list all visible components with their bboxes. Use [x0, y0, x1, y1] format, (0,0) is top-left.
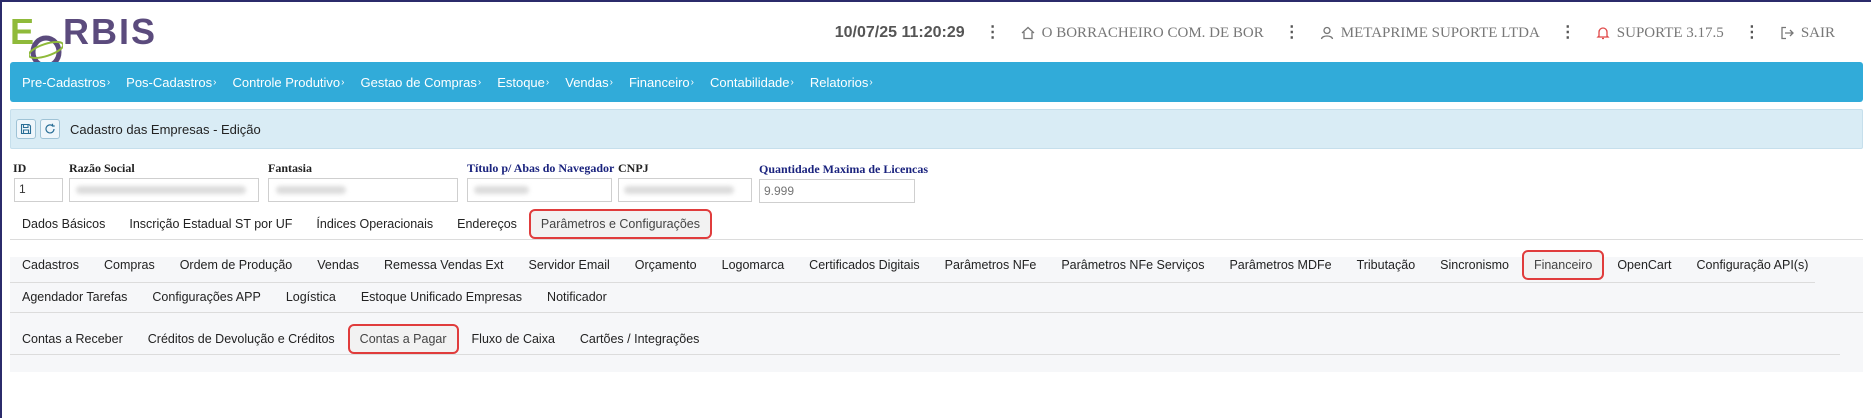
tab-opencart[interactable]: OpenCart — [1607, 250, 1681, 280]
tab-parametros-configuracoes[interactable]: Parâmetros e Configurações — [528, 209, 713, 239]
tab-vendas[interactable]: Vendas — [307, 250, 369, 280]
chevron-right-icon: › — [609, 76, 613, 88]
redacted-value — [76, 186, 246, 194]
tab-logomarca[interactable]: Logomarca — [712, 250, 795, 280]
tab-enderecos[interactable]: Endereços — [447, 209, 527, 239]
cnpj-label: CNPJ — [618, 161, 649, 175]
chevron-right-icon: › — [545, 76, 550, 88]
menu-gestao-compras[interactable]: Gestao de Compras › — [361, 75, 482, 90]
licencas-field[interactable] — [759, 179, 915, 203]
tab-contas-pagar[interactable]: Contas a Pagar — [347, 324, 459, 354]
home-icon — [1021, 26, 1035, 40]
tab-inscricao-estadual[interactable]: Inscrição Estadual ST por UF — [119, 209, 302, 239]
chevron-right-icon: › — [341, 76, 345, 88]
user-icon — [1320, 26, 1333, 40]
tab-servidor-email[interactable]: Servidor Email — [519, 250, 620, 280]
tab-financeiro[interactable]: Financeiro — [1521, 250, 1605, 280]
support-link[interactable]: SUPORTE 3.17.5 — [1596, 25, 1724, 42]
tab-creditos-devolucao[interactable]: Créditos de Devolução e Créditos — [138, 324, 345, 354]
menu-relatorios[interactable]: Relatorios › — [810, 75, 873, 90]
company-selector[interactable]: O BORRACHEIRO COM. DE BOR — [1021, 25, 1264, 42]
tab-notificador[interactable]: Notificador — [537, 282, 617, 312]
redacted-value — [624, 186, 734, 194]
tabs-divider — [10, 239, 1863, 240]
tab-cartoes-integracoes[interactable]: Cartões / Integrações — [570, 324, 710, 354]
kebab-icon[interactable]: ⋮ — [1284, 25, 1300, 41]
user-menu[interactable]: METAPRIME SUPORTE LTDA — [1320, 25, 1540, 42]
bell-icon — [1596, 27, 1610, 40]
datetime: 10/07/25 11:20:29 — [834, 24, 965, 41]
tab-compras[interactable]: Compras — [94, 250, 165, 280]
chevron-right-icon: › — [690, 76, 694, 88]
id-field[interactable]: 1 — [14, 178, 63, 202]
tab-estoque-unificado[interactable]: Estoque Unificado Empresas — [351, 282, 532, 312]
tabs-divider — [10, 354, 1840, 355]
tab-certificados-digitais[interactable]: Certificados Digitais — [799, 250, 929, 280]
kebab-icon[interactable]: ⋮ — [1744, 25, 1760, 41]
app-logo[interactable]: E RBIS — [10, 11, 158, 69]
chevron-right-icon: › — [106, 76, 111, 88]
tab-logistica[interactable]: Logística — [276, 282, 346, 312]
company-name: O BORRACHEIRO COM. DE BOR — [1041, 24, 1264, 41]
tab-parametros-mdfe[interactable]: Parâmetros MDFe — [1219, 250, 1341, 280]
menu-estoque[interactable]: Estoque › — [497, 75, 549, 90]
main-menu: Pre-Cadastros › Pos-Cadastros › Controle P… — [10, 62, 1863, 102]
tab-parametros-nfe-servicos[interactable]: Parâmetros NFe Serviços — [1051, 250, 1214, 280]
tabs-divider — [10, 312, 1863, 313]
refresh-button[interactable] — [40, 119, 60, 139]
fantasia-label: Fantasia — [268, 161, 313, 175]
logout-label: SAIR — [1800, 24, 1835, 41]
tab-indices-operacionais[interactable]: Índices Operacionais — [306, 209, 443, 239]
tab-orcamento[interactable]: Orçamento — [625, 250, 707, 280]
params-tabs-row1: Cadastros Compras Ordem de Produção Vend… — [12, 250, 1818, 280]
menu-controle-produtivo[interactable]: Controle Produtivo › — [232, 75, 344, 90]
save-icon — [20, 123, 32, 135]
support-version: SUPORTE 3.17.5 — [1616, 24, 1724, 41]
refresh-icon — [45, 123, 55, 134]
kebab-icon[interactable]: ⋮ — [985, 25, 1001, 41]
chevron-right-icon: › — [213, 76, 217, 88]
tab-sincronismo[interactable]: Sincronismo — [1430, 250, 1519, 280]
licencas-label: Quantidade Maxima de Licencas — [759, 162, 929, 176]
tab-contas-receber[interactable]: Contas a Receber — [12, 324, 133, 354]
user-company: METAPRIME SUPORTE LTDA — [1340, 24, 1540, 41]
id-label: ID — [13, 161, 27, 175]
redacted-value — [474, 186, 529, 194]
menu-vendas[interactable]: Vendas › — [565, 75, 613, 90]
tab-configuracao-api[interactable]: Configuração API(s) — [1687, 250, 1819, 280]
page-title-bar: Cadastro das Empresas - Edição — [10, 109, 1863, 149]
chevron-right-icon: › — [790, 76, 794, 88]
tab-ordem-producao[interactable]: Ordem de Produção — [170, 250, 303, 280]
logout-icon — [1781, 26, 1794, 40]
tab-configuracoes-app[interactable]: Configurações APP — [142, 282, 270, 312]
logout-button[interactable]: SAIR — [1780, 25, 1835, 42]
tab-fluxo-caixa[interactable]: Fluxo de Caixa — [462, 324, 565, 354]
redacted-value — [276, 186, 346, 194]
titulo-abas-label: Título p/ Abas do Navegador — [467, 161, 615, 175]
tab-cadastros[interactable]: Cadastros — [12, 250, 89, 280]
kebab-icon[interactable]: ⋮ — [1560, 25, 1576, 41]
params-tabs-row2: Agendador Tarefas Configurações APP Logí… — [12, 282, 617, 312]
menu-financeiro[interactable]: Financeiro › — [629, 75, 694, 90]
chevron-right-icon: › — [869, 76, 873, 88]
menu-contabilidade[interactable]: Contabilidade › — [710, 75, 794, 90]
financeiro-tabs: Contas a Receber Créditos de Devolução e… — [12, 324, 709, 354]
save-button[interactable] — [16, 119, 36, 139]
tab-parametros-nfe[interactable]: Parâmetros NFe — [935, 250, 1047, 280]
tab-tributacao[interactable]: Tributação — [1347, 250, 1426, 280]
tab-dados-basicos[interactable]: Dados Básicos — [12, 209, 115, 239]
chevron-right-icon: › — [477, 76, 482, 88]
razao-social-label: Razão Social — [69, 161, 135, 175]
page-title: Cadastro das Empresas - Edição — [70, 121, 261, 137]
menu-pre-cadastros[interactable]: Pre-Cadastros › — [22, 75, 110, 90]
menu-pos-cadastros[interactable]: Pos-Cadastros › — [126, 75, 216, 90]
main-tabs: Dados Básicos Inscrição Estadual ST por … — [12, 209, 713, 239]
top-bar: 10/07/25 11:20:29 ⋮ O BORRACHEIRO COM. D… — [835, 24, 1835, 42]
logo-text: RBIS — [63, 11, 158, 52]
tab-agendador-tarefas[interactable]: Agendador Tarefas — [12, 282, 137, 312]
tab-remessa-vendas-ext[interactable]: Remessa Vendas Ext — [374, 250, 514, 280]
